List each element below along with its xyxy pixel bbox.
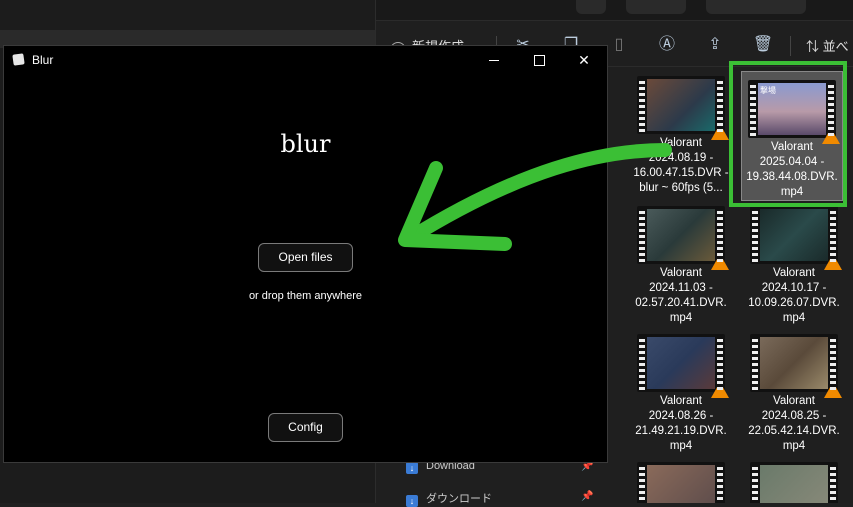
file-name: Valorant 2024.11.03 -02.57.20.41.DVR. mp4 [635,267,727,324]
thumbnail-image [647,209,715,261]
video-thumbnail [637,76,729,140]
blur-app-window: Blur ✕ blur Open files or drop them anyw… [3,45,608,463]
file-tile[interactable]: Valorant 2024.08.26 -21.49.21.19.DVR. mp4 [631,326,731,454]
explorer-tab[interactable] [706,0,806,14]
video-thumbnail [637,334,729,398]
file-name: Valorant 2024.08.26 -21.49.21.19.DVR. mp4 [635,395,727,452]
download-folder-icon: ↓ [406,495,418,507]
thumbnail-image [647,337,715,389]
sort-label: 並べ [822,39,849,54]
file-name: Valorant 2024.08.19 -16.00.47.15.DVR - blu… [633,137,729,194]
app-heading: blur [280,130,331,158]
toolbar-separator [790,36,791,56]
video-thumbnail [750,462,838,503]
download-folder-icon: ↓ [406,462,418,474]
video-thumbnail [750,206,842,270]
sort-button[interactable]: ⇅ 並べ [806,36,849,55]
file-tile[interactable]: Valorant 2024.08.25 -22.05.42.14.DVR. mp4 [744,326,844,454]
highlight-box [729,61,847,207]
explorer-tab[interactable] [626,0,686,14]
maximize-button[interactable] [516,46,562,75]
file-name: Valorant 2024.10.17 -10.09.26.07.DVR. mp4 [748,267,840,324]
share-icon[interactable]: ⇪ [704,34,726,56]
thumbnail-image [760,337,828,389]
minimize-button[interactable] [471,46,517,75]
paste-icon[interactable]: ▯ [608,34,630,56]
nav-item-downloads-jp[interactable]: ↓ ダウンロード [406,490,492,507]
file-tile[interactable]: Valorant 2024.11.03 -02.57.20.41.DVR. mp4 [631,198,731,326]
thumbnail-image [647,79,715,131]
thumbnail-image [760,465,828,503]
open-files-button[interactable]: Open files [258,243,353,272]
file-tile[interactable]: Valorant 2024.08.19 -16.00.47.15.DVR - blu… [631,68,731,196]
video-thumbnail [637,462,725,503]
window-title: Blur [32,53,54,67]
file-tile[interactable] [631,454,731,503]
explorer-tab[interactable] [576,0,606,14]
app-icon [12,53,25,66]
close-icon: ✕ [578,52,590,68]
rename-icon[interactable]: Ⓐ [656,34,678,56]
title-bar[interactable]: Blur ✕ [4,46,607,75]
video-thumbnail [637,206,729,270]
video-thumbnail [750,334,842,398]
explorer-tab-strip [376,0,853,21]
config-button[interactable]: Config [268,413,343,442]
file-tile[interactable]: Valorant 2024.10.17 -10.09.26.07.DVR. mp4 [744,198,844,326]
thumbnail-image [647,465,715,503]
nav-item-label: ダウンロード [426,493,492,505]
delete-icon[interactable]: 🗑 [752,34,774,56]
pin-icon[interactable]: 📌 [581,491,593,502]
close-button[interactable]: ✕ [561,46,607,75]
minimize-icon [489,60,499,61]
file-name: Valorant 2024.08.25 -22.05.42.14.DVR. mp4 [748,395,840,452]
thumbnail-image [760,209,828,261]
maximize-icon [534,55,545,66]
file-tile[interactable] [744,454,844,503]
drop-hint: or drop them anywhere [248,290,363,302]
